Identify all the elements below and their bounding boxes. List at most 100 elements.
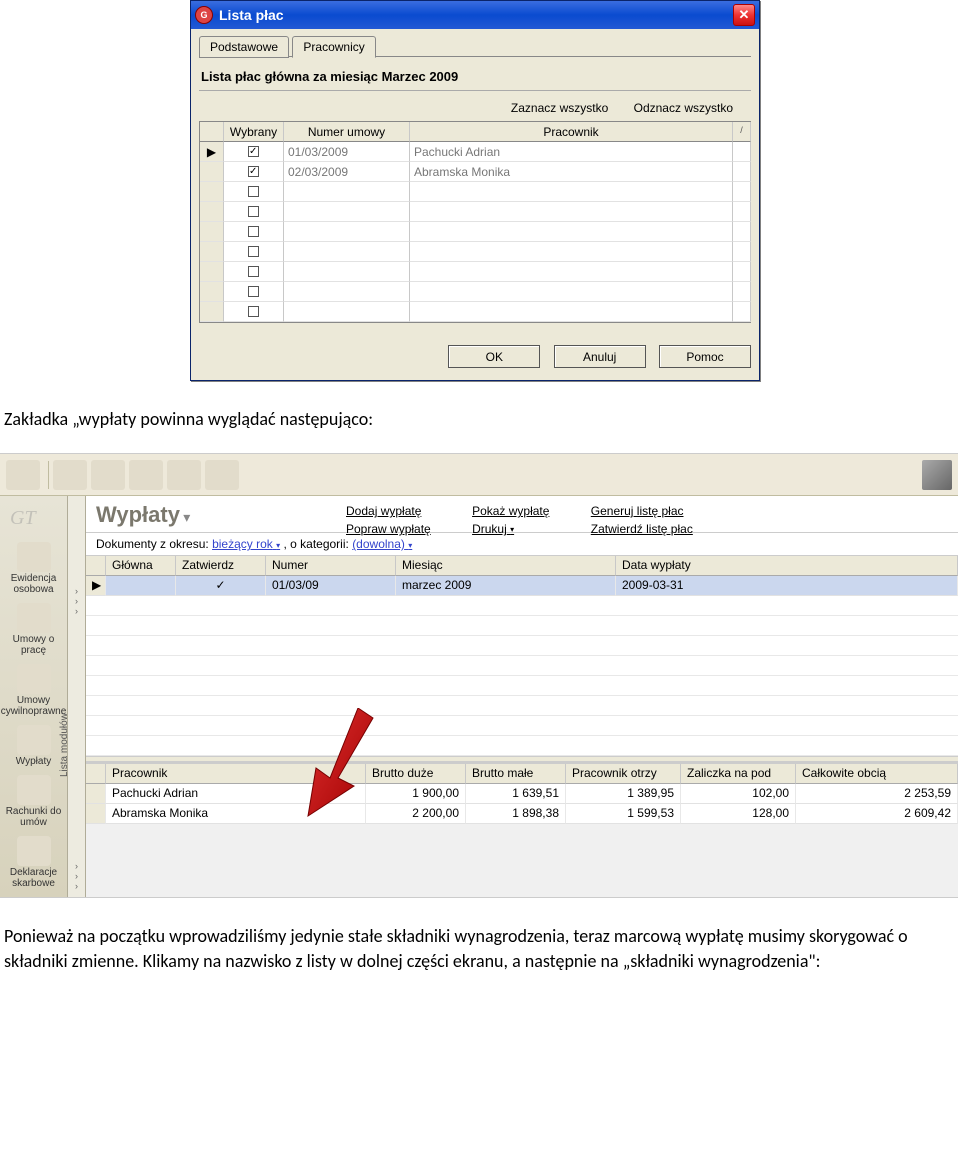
toolbar-icon[interactable]	[91, 460, 125, 490]
cell-brutto-male: 1 639,51	[466, 784, 566, 804]
checkbox-cell[interactable]	[224, 282, 284, 302]
col-contract[interactable]: Numer umowy	[284, 122, 410, 142]
module-gutter[interactable]: › › › Lista modułów ›››	[68, 496, 86, 897]
filter-period-value[interactable]: bieżący rok ▾	[212, 537, 280, 551]
col-glowna[interactable]: Główna	[106, 556, 176, 576]
page-title: Wypłaty	[96, 502, 180, 527]
checkbox-cell[interactable]	[224, 302, 284, 322]
employee-row[interactable]: Pachucki Adrian1 900,001 639,511 389,951…	[86, 784, 958, 804]
link-print[interactable]: Drukuj ▾	[472, 520, 549, 540]
col-pracownik[interactable]: Pracownik	[106, 764, 366, 784]
cell-prac-otrzy: 1 599,53	[566, 804, 681, 824]
cancel-button[interactable]: Anuluj	[554, 345, 646, 368]
deselect-all-link[interactable]: Odznacz wszystko	[634, 101, 733, 115]
checkbox-cell[interactable]	[224, 202, 284, 222]
checkbox-cell[interactable]	[224, 162, 284, 182]
toolbar-icon[interactable]	[129, 460, 163, 490]
payroll-list-grid[interactable]: Główna Zatwierdz Numer Miesiąc Data wypł…	[86, 556, 958, 756]
sidebar-item-rachunki[interactable]: Rachunki do umów	[0, 775, 67, 828]
cell-contract	[284, 222, 410, 242]
cell-name: Pachucki Adrian	[106, 784, 366, 804]
doc-caption-2: Ponieważ na początku wprowadziliśmy jedy…	[4, 924, 956, 973]
payroll-row[interactable]: ▶ ✓ 01/03/09 marzec 2009 2009-03-31	[86, 576, 958, 596]
cell-name: Abramska Monika	[106, 804, 366, 824]
col-brutto-duze[interactable]: Brutto duże	[366, 764, 466, 784]
cube-icon[interactable]	[922, 460, 952, 490]
toolbar-icon[interactable]	[167, 460, 201, 490]
cell-zaliczka: 102,00	[681, 784, 796, 804]
sidebar-item-umowy-prace[interactable]: Umowy o pracę	[0, 603, 67, 656]
table-row[interactable]	[200, 242, 751, 262]
checkbox-icon[interactable]	[248, 206, 259, 217]
table-row[interactable]	[200, 222, 751, 242]
row-marker: ▶	[200, 142, 224, 162]
checkbox-icon[interactable]	[248, 266, 259, 277]
invoice-icon	[17, 775, 51, 805]
checkbox-icon[interactable]	[248, 306, 259, 317]
col-employee[interactable]: Pracownik	[410, 122, 733, 142]
link-edit-payout[interactable]: Popraw wypłatę	[346, 520, 431, 538]
table-row[interactable]	[200, 202, 751, 222]
link-add-payout[interactable]: Dodaj wypłatę	[346, 502, 431, 520]
tab-basic[interactable]: Podstawowe	[199, 36, 289, 58]
link-approve-payroll[interactable]: Zatwierdź listę płac	[591, 520, 693, 538]
cell-contract	[284, 282, 410, 302]
filter-label-category: , o kategorii:	[283, 537, 348, 551]
employee-grid[interactable]: Wybrany Numer umowy Pracownik / ▶01/03/2…	[199, 121, 751, 323]
checkbox-icon[interactable]	[248, 286, 259, 297]
toolbar-icon[interactable]	[205, 460, 239, 490]
row-marker	[200, 262, 224, 282]
select-all-link[interactable]: Zaznacz wszystko	[511, 101, 608, 115]
table-row[interactable]: ▶01/03/2009Pachucki Adrian	[200, 142, 751, 162]
close-button[interactable]: ✕	[733, 4, 755, 26]
table-row[interactable]	[200, 282, 751, 302]
tab-employees[interactable]: Pracownicy	[292, 36, 375, 58]
checkbox-cell[interactable]	[224, 142, 284, 162]
col-data[interactable]: Data wypłaty	[616, 556, 958, 576]
checkbox-icon[interactable]	[248, 146, 259, 157]
sidebar-item-ewidencja[interactable]: Ewidencja osobowa	[0, 542, 67, 595]
checkbox-cell[interactable]	[224, 242, 284, 262]
checkbox-icon[interactable]	[248, 226, 259, 237]
table-row[interactable]: 02/03/2009Abramska Monika	[200, 162, 751, 182]
checkbox-icon[interactable]	[248, 166, 259, 177]
row-marker	[200, 222, 224, 242]
employee-row[interactable]: Abramska Monika2 200,001 898,381 599,531…	[86, 804, 958, 824]
doc-icon	[17, 664, 51, 694]
row-marker	[200, 242, 224, 262]
checkbox-icon[interactable]	[248, 246, 259, 257]
toolbar-icon[interactable]	[53, 460, 87, 490]
link-show-payout[interactable]: Pokaż wypłatę	[472, 502, 549, 520]
col-prac-otrzy[interactable]: Pracownik otrzy	[566, 764, 681, 784]
checkbox-cell[interactable]	[224, 182, 284, 202]
col-sort[interactable]: /	[733, 122, 751, 142]
col-selected[interactable]: Wybrany	[224, 122, 284, 142]
ok-button[interactable]: OK	[448, 345, 540, 368]
col-miesiac[interactable]: Miesiąc	[396, 556, 616, 576]
titlebar: G Lista płac ✕	[191, 1, 759, 29]
col-zaliczka[interactable]: Zaliczka na pod	[681, 764, 796, 784]
sidebar-item-umowy-cyw[interactable]: Umowy cywilnoprawne	[0, 664, 67, 717]
col-calkowite[interactable]: Całkowite obcią	[796, 764, 958, 784]
employee-detail-grid[interactable]: Pracownik Brutto duże Brutto małe Pracow…	[86, 762, 958, 824]
col-numer[interactable]: Numer	[266, 556, 396, 576]
table-row[interactable]	[200, 262, 751, 282]
link-generate-payroll[interactable]: Generuj listę płac	[591, 502, 693, 520]
table-row[interactable]	[200, 182, 751, 202]
app-icon: G	[195, 6, 213, 24]
doc-icon	[17, 603, 51, 633]
cell-contract	[284, 262, 410, 282]
col-zatwierdz[interactable]: Zatwierdz	[176, 556, 266, 576]
dialog-subtitle: Lista płac główna za miesiąc Marzec 2009	[201, 69, 749, 84]
checkbox-cell[interactable]	[224, 222, 284, 242]
table-row[interactable]	[200, 302, 751, 322]
toolbar-icon[interactable]	[6, 460, 40, 490]
sidebar-item-wyplaty[interactable]: Wypłaty	[0, 725, 67, 767]
title-dropdown-icon[interactable]: ▾	[183, 509, 190, 525]
col-brutto-male[interactable]: Brutto małe	[466, 764, 566, 784]
checkbox-icon[interactable]	[248, 186, 259, 197]
cell-contract	[284, 242, 410, 262]
sidebar-item-deklaracje[interactable]: Deklaracje skarbowe	[0, 836, 67, 889]
help-button[interactable]: Pomoc	[659, 345, 751, 368]
checkbox-cell[interactable]	[224, 262, 284, 282]
